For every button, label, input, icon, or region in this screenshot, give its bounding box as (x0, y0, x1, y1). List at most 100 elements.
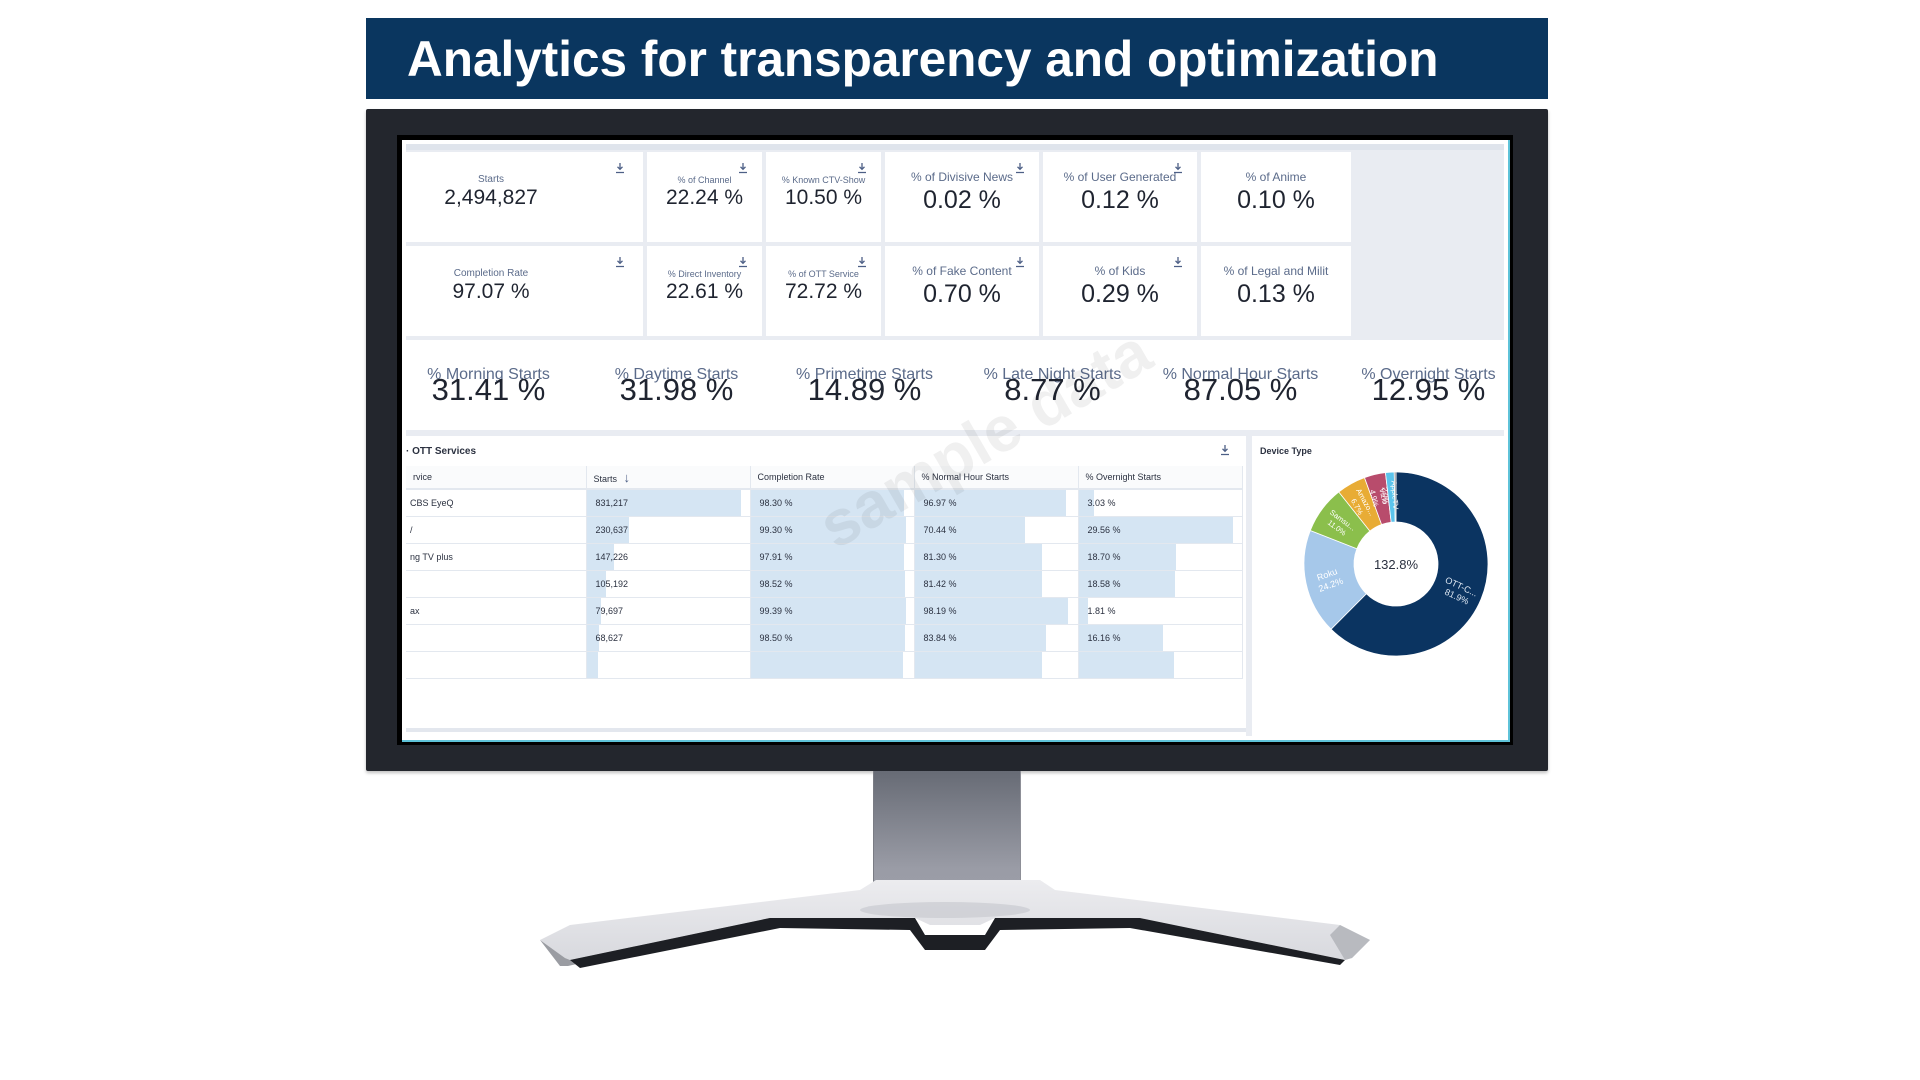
dashboard: Starts 2,494,827% of Channel 22.24 %% Know… (406, 144, 1504, 736)
horizontal-scrollbar[interactable] (406, 728, 1246, 732)
kpi-value: 0.70 % (923, 280, 1001, 308)
column-header-label: Starts (593, 473, 618, 484)
download-icon[interactable] (1015, 162, 1025, 174)
download-icon[interactable] (738, 256, 748, 268)
table-row[interactable] (406, 651, 1243, 679)
completion-value: 99.39 % (759, 606, 793, 616)
table-row[interactable]: CBS EyeQ 831,217 98.30 % 96.97 % 3.03 % (406, 489, 1243, 517)
time-metric-value: 31.98 % (619, 372, 734, 407)
completion-value: 97.91 % (759, 552, 793, 562)
download-icon[interactable] (1173, 256, 1183, 268)
kpi-value: 10.50 % (784, 186, 863, 209)
table-row[interactable]: 105,192 98.52 % 81.42 % 18.58 % (406, 570, 1243, 598)
kpi-card: % of Channel 22.24 % (647, 152, 762, 242)
kpi-value: 0.12 % (1081, 186, 1159, 214)
completion-value (751, 660, 760, 670)
title-banner: Analytics for transparency and optimizat… (366, 18, 1548, 99)
sort-desc-icon[interactable]: ↓ (624, 470, 631, 485)
normal-hour-value: 81.30 % (923, 552, 957, 562)
column-header[interactable]: rvice (406, 466, 587, 490)
download-icon[interactable] (615, 256, 625, 268)
table-row[interactable]: 68,627 98.50 % 83.84 % 16.16 % (406, 624, 1243, 652)
completion-bar (750, 652, 904, 678)
time-metric-value: 87.05 % (1183, 372, 1298, 407)
kpi-value: 0.10 % (1237, 186, 1315, 214)
kpi-card: % of Legal and Milit 0.13 % (1201, 246, 1351, 336)
device-type-panel: Device Type OTT-C... 81.9% Roku 24.2% Samsu..… (1252, 436, 1504, 736)
table-header-row: rvice Starts ↓ Completion Rate % Normal Hou… (406, 466, 1243, 490)
normal-hour-value: 70.44 % (923, 525, 957, 535)
overnight-value: 29.56 % (1087, 525, 1121, 535)
time-metric-value: 31.41 % (431, 372, 546, 407)
kpi-card: Completion Rate 97.07 % (406, 246, 643, 336)
kpi-value: 97.07 % (452, 280, 530, 303)
column-header-label: % Overnight Starts (1085, 472, 1162, 482)
kpi-card: % of Divisive News 0.02 % (885, 152, 1039, 242)
overnight-value: 18.58 % (1087, 579, 1121, 589)
download-icon[interactable] (857, 162, 867, 174)
starts-value (587, 660, 596, 670)
normal-hour-value: 81.42 % (923, 579, 957, 589)
download-icon[interactable] (738, 162, 748, 174)
download-icon[interactable] (1173, 162, 1183, 174)
column-header[interactable]: Starts ↓ (586, 466, 751, 490)
service-name (406, 579, 410, 589)
kpi-label: % Direct Inventory (667, 269, 742, 279)
starts-value: 230,637 (595, 525, 629, 535)
completion-value: 98.52 % (759, 579, 793, 589)
kpi-card: % of Anime 0.10 % (1201, 152, 1351, 242)
table-row[interactable]: / 230,637 99.30 % 70.44 % 29.56 % (406, 516, 1243, 544)
top-divider (406, 144, 1504, 150)
table-row[interactable]: ax 79,697 99.39 % 98.19 % 1.81 % (406, 597, 1243, 625)
kpi-label: Completion Rate (453, 268, 529, 279)
download-icon[interactable] (857, 256, 867, 268)
column-header-label: Completion Rate (757, 472, 825, 482)
kpi-value: 0.29 % (1081, 280, 1159, 308)
kpi-value: 2,494,827 (444, 186, 538, 209)
donut-center-total: 132.8% (1374, 557, 1419, 572)
kpi-label: % of Legal and Milit (1223, 264, 1329, 278)
column-header-label: % Normal Hour Starts (921, 472, 1010, 482)
normal-hour-bar (914, 652, 1043, 678)
download-icon[interactable] (1015, 256, 1025, 268)
kpi-card: % of Kids 0.29 % (1043, 246, 1197, 336)
panel-title: Device Type (1260, 446, 1312, 456)
kpi-card: % Known CTV-Show 10.50 % (766, 152, 881, 242)
kpi-label: % of Channel (677, 175, 732, 185)
kpi-value: 72.72 % (784, 280, 863, 303)
service-name: / (410, 525, 413, 535)
overnight-value: 16.16 % (1087, 633, 1121, 643)
kpi-value: 0.13 % (1237, 280, 1315, 308)
kpi-card: % of User Generated 0.12 % (1043, 152, 1197, 242)
completion-value: 98.50 % (759, 633, 793, 643)
overnight-value (1079, 660, 1088, 670)
completion-value: 99.30 % (759, 525, 793, 535)
normal-hour-value: 98.19 % (923, 606, 957, 616)
normal-hour-value: 96.97 % (923, 498, 957, 508)
service-name: ax (410, 606, 420, 616)
starts-value: 105,192 (595, 579, 629, 589)
monitor-bezel: Starts 2,494,827% of Channel 22.24 %% Know… (366, 109, 1548, 771)
service-name (406, 633, 410, 643)
overnight-bar (1078, 652, 1175, 678)
normal-hour-value: 83.84 % (923, 633, 957, 643)
monitor-screen: Starts 2,494,827% of Channel 22.24 %% Know… (402, 140, 1510, 742)
device-type-donut-chart: OTT-C...81.9%Roku24.2%Samsu...11.0%Amazo… (1303, 471, 1489, 657)
kpi-card: Starts 2,494,827 (406, 152, 643, 242)
page-title: Analytics for transparency and optimizat… (407, 30, 1439, 87)
table-row[interactable]: ng TV plus 147,226 97.91 % 81.30 % 18.70 % (406, 543, 1243, 571)
starts-value: 147,226 (595, 552, 629, 562)
starts-value: 68,627 (595, 633, 624, 643)
kpi-label: % of Anime (1245, 170, 1307, 184)
monitor-stand-base (540, 880, 1370, 968)
normal-hour-value (915, 660, 924, 670)
column-header[interactable]: % Overnight Starts (1078, 466, 1243, 490)
download-icon[interactable] (1220, 444, 1230, 456)
download-icon[interactable] (615, 162, 625, 174)
overnight-value: 3.03 % (1087, 498, 1116, 508)
overnight-value: 18.70 % (1087, 552, 1121, 562)
column-header[interactable]: Completion Rate (750, 466, 915, 490)
column-header[interactable]: % Normal Hour Starts (914, 466, 1079, 490)
kpi-card: % of Fake Content 0.70 % (885, 246, 1039, 336)
service-name: CBS EyeQ (410, 498, 454, 508)
